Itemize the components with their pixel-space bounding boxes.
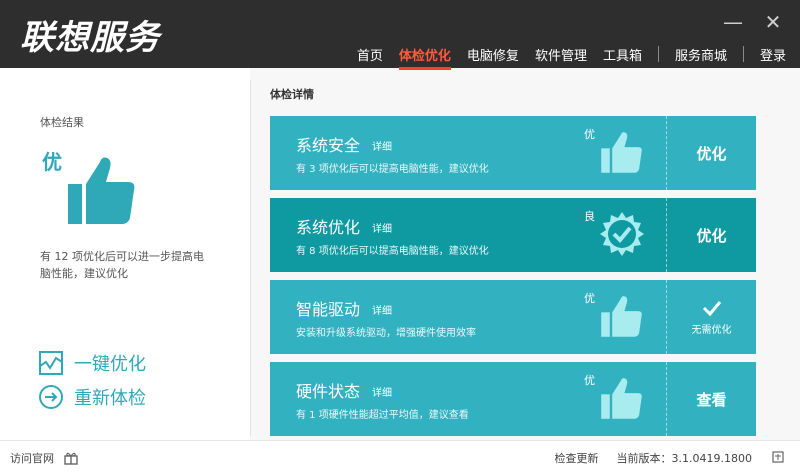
nav-home[interactable]: 首页 <box>357 45 383 64</box>
panel-divider <box>250 80 251 436</box>
optimize-label: 一键优化 <box>74 354 146 375</box>
card-grade: 优 <box>584 292 595 305</box>
card-system-security: 系统安全 详细 有 3 项优化后可以提高电脑性能，建议优化 优 优化 <box>270 116 756 190</box>
check-icon <box>702 300 721 316</box>
card-system-optimize: 系统优化 详细 有 8 项优化后可以提高电脑性能，建议优化 良 优化 <box>270 198 756 272</box>
nav-checkup[interactable]: 体检优化 <box>398 45 451 70</box>
badge-check-icon <box>598 210 646 262</box>
card-name: 智能驱动 <box>296 300 361 319</box>
nav-repair[interactable]: 电脑修复 <box>467 45 519 64</box>
card-grade: 良 <box>584 210 595 223</box>
arrow-circle-icon <box>39 385 63 409</box>
gift-icon[interactable] <box>64 451 78 465</box>
result-title: 体检结果 <box>40 116 84 129</box>
card-name: 系统优化 <box>296 218 361 237</box>
nav-separator <box>657 46 659 62</box>
thumbs-up-icon <box>600 376 644 424</box>
card-description: 有 8 项优化后可以提高电脑性能，建议优化 <box>296 246 489 257</box>
nav-login[interactable]: 登录 <box>760 45 786 64</box>
result-description: 有 12 项优化后可以进一步提高电脑性能，建议优化 <box>40 250 204 280</box>
card-detail-link[interactable]: 详细 <box>372 220 392 235</box>
card-description: 有 1 项硬件性能超过平均值，建议查看 <box>296 410 469 421</box>
main-nav: 首页 体检优化 电脑修复 软件管理 工具箱 服务商城 登录 <box>341 44 786 70</box>
no-optimize-needed: 无需优化 <box>667 280 756 354</box>
card-hardware-status: 硬件状态 详细 有 1 项硬件性能超过平均值，建议查看 优 查看 <box>270 362 756 436</box>
nav-software[interactable]: 软件管理 <box>535 45 587 64</box>
version-text: 当前版本：3.1.0419.1800 <box>616 452 752 465</box>
optimize-button[interactable]: 优化 <box>667 116 756 190</box>
card-description: 有 3 项优化后可以提高电脑性能，建议优化 <box>296 164 489 175</box>
check-update-link[interactable]: 检查更新 <box>555 450 599 466</box>
card-grade: 优 <box>584 128 595 141</box>
view-button[interactable]: 查看 <box>667 362 756 436</box>
recheck-label: 重新体检 <box>74 388 146 409</box>
no-optimize-label: 无需优化 <box>691 324 732 336</box>
thumbs-up-icon <box>66 154 138 230</box>
one-click-optimize-button[interactable]: 一键优化 <box>38 350 146 376</box>
optimize-chart-icon <box>39 351 63 375</box>
thumbs-up-icon <box>600 130 644 178</box>
detail-title: 体检详情 <box>270 88 314 101</box>
card-detail-link[interactable]: 详细 <box>372 138 392 153</box>
card-grade: 优 <box>584 374 595 387</box>
app-window: 联想服务 — ✕ 首页 体检优化 电脑修复 软件管理 工具箱 服务商城 登录 体… <box>0 0 800 472</box>
status-bar: 访问官网 检查更新 当前版本：3.1.0419.1800 <box>0 440 800 472</box>
nav-separator <box>742 46 744 62</box>
card-smart-driver: 智能驱动 详细 安装和升级系统驱动，增强硬件使用效率 优 无需优化 <box>270 280 756 354</box>
nav-toolbox[interactable]: 工具箱 <box>603 45 642 64</box>
settings-icon[interactable] <box>772 450 784 466</box>
card-detail-link[interactable]: 详细 <box>372 384 392 399</box>
nav-store[interactable]: 服务商城 <box>675 45 727 64</box>
minimize-button[interactable]: — <box>722 12 744 34</box>
card-detail-link[interactable]: 详细 <box>372 302 392 317</box>
result-grade: 优 <box>42 150 62 174</box>
title-bar: 联想服务 — ✕ 首页 体检优化 电脑修复 软件管理 工具箱 服务商城 登录 <box>0 0 800 70</box>
recheck-button[interactable]: 重新体检 <box>38 384 146 410</box>
app-logo: 联想服务 <box>20 18 160 58</box>
optimize-button[interactable]: 优化 <box>667 198 756 272</box>
visit-website-link[interactable]: 访问官网 <box>10 450 54 466</box>
close-button[interactable]: ✕ <box>762 12 784 34</box>
card-name: 系统安全 <box>296 136 361 155</box>
thumbs-up-icon <box>600 294 644 342</box>
card-name: 硬件状态 <box>296 382 361 401</box>
card-description: 安装和升级系统驱动，增强硬件使用效率 <box>296 328 476 339</box>
result-panel: 体检结果 优 有 12 项优化后可以进一步提高电脑性能，建议优化 一键优化 重新… <box>0 68 250 440</box>
